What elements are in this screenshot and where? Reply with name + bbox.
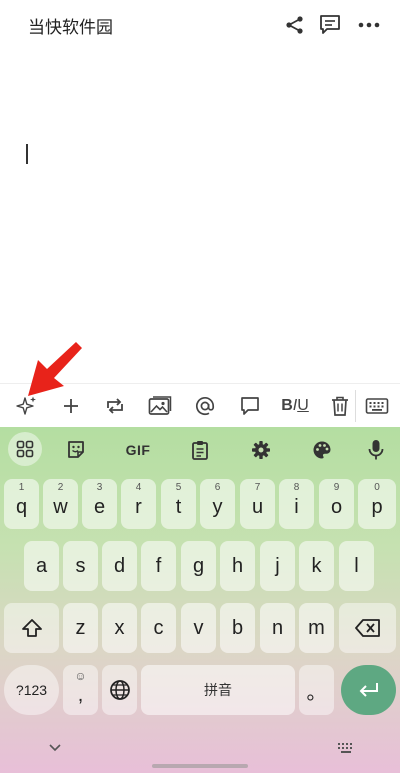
key-q[interactable]: 1q xyxy=(4,479,39,529)
key-y[interactable]: 6y xyxy=(200,479,235,529)
key-x[interactable]: x xyxy=(102,603,137,653)
keyboard-switch-icon[interactable] xyxy=(337,741,355,759)
gif-button[interactable]: GIF xyxy=(120,434,156,466)
key-i[interactable]: 8i xyxy=(279,479,314,529)
palette-icon[interactable] xyxy=(306,434,338,466)
more-icon[interactable] xyxy=(356,12,382,38)
key-t[interactable]: 5t xyxy=(161,479,196,529)
backspace-key[interactable] xyxy=(339,603,396,653)
enter-key[interactable] xyxy=(341,665,396,715)
clipboard-icon[interactable] xyxy=(184,434,216,466)
key-d[interactable]: d xyxy=(102,541,137,591)
editor-area[interactable] xyxy=(0,50,400,383)
text-cursor xyxy=(26,144,28,164)
comment-icon[interactable] xyxy=(235,391,265,421)
key-f[interactable]: f xyxy=(141,541,176,591)
key-c[interactable]: c xyxy=(141,603,176,653)
shift-icon xyxy=(21,619,42,637)
key-j[interactable]: j xyxy=(260,541,295,591)
key-u[interactable]: 7u xyxy=(240,479,275,529)
text-format-icon[interactable]: BIU xyxy=(280,391,310,421)
key-h[interactable]: h xyxy=(220,541,255,591)
key-e[interactable]: 3e xyxy=(82,479,117,529)
key-w[interactable]: 2w xyxy=(43,479,78,529)
comma-key[interactable]: ☺, xyxy=(63,665,98,715)
key-g[interactable]: g xyxy=(181,541,216,591)
backspace-icon xyxy=(354,619,380,637)
keyboard-toggle-icon[interactable] xyxy=(362,391,392,421)
key-k[interactable]: k xyxy=(299,541,334,591)
apps-grid-icon[interactable] xyxy=(8,432,42,466)
mic-icon[interactable] xyxy=(360,434,392,466)
enter-icon xyxy=(359,683,378,697)
key-s[interactable]: s xyxy=(63,541,98,591)
sticker-icon[interactable] xyxy=(60,434,92,466)
space-key[interactable]: 拼音 xyxy=(141,665,295,715)
delete-icon[interactable] xyxy=(325,391,355,421)
underline-label: U xyxy=(297,397,309,414)
key-z[interactable]: z xyxy=(63,603,98,653)
key-o[interactable]: 9o xyxy=(319,479,354,529)
toolbar-divider xyxy=(355,390,356,422)
symbols-key[interactable]: ?123 xyxy=(4,665,59,715)
bold-label: B xyxy=(281,397,293,414)
globe-icon xyxy=(109,680,130,700)
shift-key[interactable] xyxy=(4,603,59,653)
key-a[interactable]: a xyxy=(24,541,59,591)
key-v[interactable]: v xyxy=(181,603,216,653)
red-arrow-annotation xyxy=(28,342,82,396)
gesture-handle xyxy=(152,764,248,768)
comment-icon[interactable] xyxy=(317,12,343,38)
share-icon[interactable] xyxy=(282,12,308,38)
key-r[interactable]: 4r xyxy=(121,479,156,529)
app-header: 当快软件园 xyxy=(0,0,400,50)
image-icon[interactable] xyxy=(145,391,175,421)
mention-icon[interactable] xyxy=(190,391,220,421)
keyboard-suggestion-bar: GIF xyxy=(0,427,400,471)
key-n[interactable]: n xyxy=(260,603,295,653)
page-title: 当快软件园 xyxy=(28,18,113,38)
soft-keyboard: GIF 1q 2w 3e 4r 5t 6y 7u 8i 9o 0p a s d … xyxy=(0,427,400,773)
key-b[interactable]: b xyxy=(220,603,255,653)
key-m[interactable]: m xyxy=(299,603,334,653)
language-key[interactable] xyxy=(102,665,137,715)
convert-icon[interactable] xyxy=(100,391,130,421)
hide-keyboard-icon[interactable] xyxy=(48,740,62,758)
key-p[interactable]: 0p xyxy=(358,479,396,529)
settings-icon[interactable] xyxy=(245,434,277,466)
period-key[interactable]: 。 xyxy=(299,665,334,715)
key-l[interactable]: l xyxy=(339,541,374,591)
